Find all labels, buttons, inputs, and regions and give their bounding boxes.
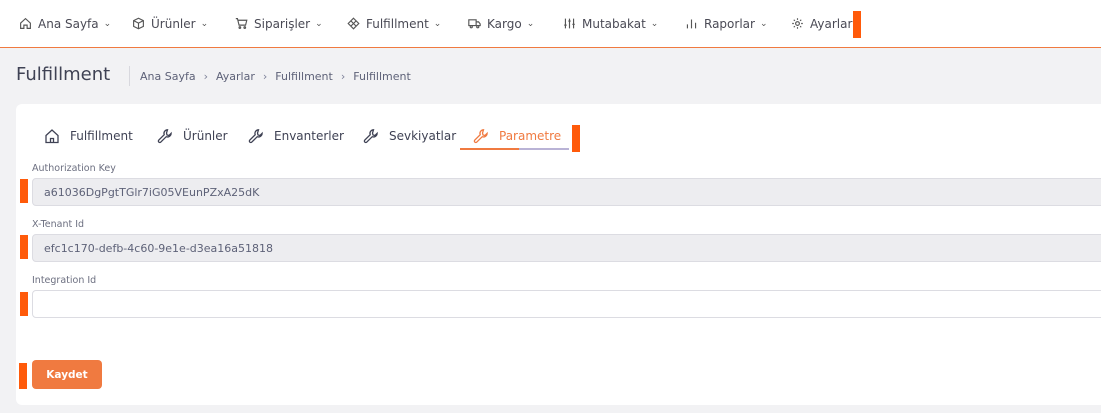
integration-id-field[interactable] <box>32 290 1101 318</box>
page-title: Fulfillment <box>16 64 111 85</box>
chevron-down-icon: ⌄ <box>103 18 112 29</box>
tab-label: Fulfillment <box>70 129 133 143</box>
tenant-id-label: X-Tenant Id <box>32 219 85 230</box>
active-tab-indicator-tail <box>519 148 569 150</box>
nav-item-kargo[interactable]: Kargo ⌄ <box>468 0 534 47</box>
nav-item-label: Fulfillment <box>366 16 429 31</box>
box-icon <box>133 17 144 30</box>
chevron-down-icon: ⌄ <box>433 18 442 29</box>
breadcrumb: Ana Sayfa › Ayarlar › Fulfillment › Fulf… <box>140 70 411 83</box>
chevron-right-icon: › <box>262 70 268 83</box>
nav-item-label: Raporlar <box>704 16 755 31</box>
tab-label: Sevkiyatlar <box>389 129 457 143</box>
chevron-down-icon: ⌄ <box>759 18 768 29</box>
nav-item-label: Kargo <box>487 16 522 31</box>
chevron-down-icon: ⌄ <box>315 18 323 29</box>
home-icon <box>20 17 31 29</box>
tab-label: Envanterler <box>274 129 344 143</box>
nav-item-label: Ayarlar <box>810 16 853 31</box>
breadcrumb-item[interactable]: Fulfillment <box>275 70 333 83</box>
highlight-marker <box>853 11 861 38</box>
nav-item-label: Ürünler <box>151 16 196 31</box>
tenant-id-field[interactable]: efc1c170-defb-4c60-9e1e-d3ea16a51818 <box>32 234 1101 262</box>
tab-label: Ürünler <box>183 129 228 143</box>
nav-item-ana-sayfa[interactable]: Ana Sayfa ⌄ <box>19 0 111 47</box>
tab-envanterler[interactable]: Envanterler <box>248 122 344 150</box>
nav-item-fulfillment[interactable]: Fulfillment ⌄ <box>347 0 441 47</box>
bar-chart-icon <box>686 19 697 29</box>
tab-urunler[interactable]: Ürünler <box>157 122 228 150</box>
truck-icon <box>468 19 481 29</box>
nav-item-siparisler[interactable]: Siparişler ⌄ <box>235 0 323 47</box>
cart-icon <box>235 18 248 29</box>
top-navbar: Ana Sayfa ⌄ Ürünler ⌄ Siparişler ⌄ Fulfi… <box>0 0 1101 48</box>
nav-item-raporlar[interactable]: Raporlar ⌄ <box>685 0 768 47</box>
authorization-key-label: Authorization Key <box>32 163 116 174</box>
highlight-marker <box>20 292 28 316</box>
nav-item-mutabakat[interactable]: Mutabakat ⌄ <box>563 0 658 47</box>
wrench-icon <box>473 129 488 144</box>
cube-network-icon <box>347 17 360 30</box>
tab-fulfillment[interactable]: Fulfillment <box>44 122 133 150</box>
authorization-key-field[interactable]: a61036DgPgtTGlr7iG05VEunPZxA25dK <box>32 178 1101 206</box>
tab-sevkiyatlar[interactable]: Sevkiyatlar <box>363 122 456 150</box>
wrench-icon <box>248 129 263 144</box>
nav-item-urunler[interactable]: Ürünler ⌄ <box>132 0 208 47</box>
sliders-icon <box>564 18 575 29</box>
chevron-down-icon: ⌄ <box>650 18 659 29</box>
chevron-right-icon: › <box>340 70 346 83</box>
breadcrumb-item[interactable]: Ayarlar <box>216 70 255 83</box>
nav-item-label: Siparişler <box>254 16 311 31</box>
integration-id-label: Integration Id <box>32 275 97 286</box>
breadcrumb-item[interactable]: Ana Sayfa <box>140 70 196 83</box>
tab-parametre[interactable]: Parametre <box>473 122 561 150</box>
wrench-icon <box>157 129 172 144</box>
breadcrumb-item: Fulfillment <box>353 70 411 83</box>
highlight-marker <box>572 125 580 152</box>
tab-label: Parametre <box>499 129 562 143</box>
highlight-marker <box>20 179 28 203</box>
nav-item-label: Mutabakat <box>582 16 646 31</box>
chevron-down-icon: ⌄ <box>526 18 535 29</box>
chevron-right-icon: › <box>203 70 208 83</box>
save-button[interactable]: Kaydet <box>32 360 102 389</box>
wrench-icon <box>363 129 378 144</box>
chevron-down-icon: ⌄ <box>200 18 209 29</box>
highlight-marker <box>19 363 27 389</box>
home-icon <box>45 129 59 144</box>
gear-icon <box>792 18 803 29</box>
nav-item-label: Ana Sayfa <box>38 16 99 31</box>
title-divider <box>129 66 130 86</box>
highlight-marker <box>20 235 28 259</box>
nav-item-ayarlar[interactable]: Ayarlar <box>791 0 852 47</box>
